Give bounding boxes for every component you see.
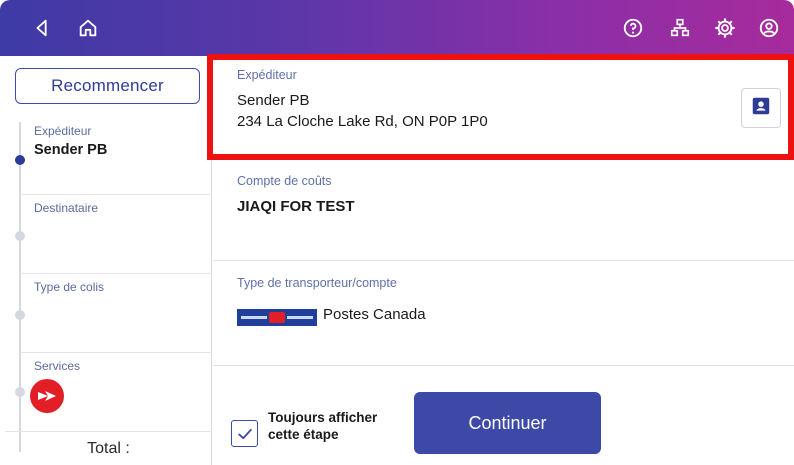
sender-name: Sender PB [237,92,310,109]
canada-post-logo [237,309,317,326]
step-label: Destinataire [34,201,99,215]
account-icon[interactable] [757,16,781,40]
sender-section[interactable]: Expéditeur Sender PB 234 La Cloche Lake … [207,54,794,160]
sender-address: 234 La Cloche Lake Rd, ON P0P 1P0 [237,113,488,130]
always-show-checkbox[interactable] [231,420,258,447]
cost-account-value: JIAQI FOR TEST [237,198,355,215]
home-icon[interactable] [76,16,100,40]
step-dot [15,310,25,320]
step-value: Sender PB [34,142,108,158]
checkmark-icon [237,428,252,439]
step-package-type[interactable]: Type de colis [15,274,212,353]
continue-button[interactable]: Continuer [414,392,601,454]
main-panel: Expéditeur Sender PB 234 La Cloche Lake … [207,54,794,465]
always-show-label: Toujours afficher cette étape [268,409,418,443]
carrier-section[interactable]: Type de transporteur/compte Postes Canad… [213,261,794,366]
step-services[interactable]: Services [15,353,212,431]
step-active-dot [15,155,25,165]
help-icon[interactable] [621,16,645,40]
sender-label: Expéditeur [237,68,297,82]
carrier-value: Postes Canada [323,306,426,323]
step-dot [15,231,25,241]
steps-sidebar: Recommencer Expéditeur Sender PB Destina… [0,56,212,465]
contact-book-button[interactable] [741,88,781,128]
restart-button[interactable]: Recommencer [15,68,200,104]
total-label: Total : [5,431,212,465]
step-label: Services [34,359,81,373]
canada-post-icon [30,379,64,413]
carrier-label: Type de transporteur/compte [237,276,397,290]
cost-account-section[interactable]: Compte de coûts JIAQI FOR TEST [213,160,794,261]
step-dot [15,387,25,397]
checkbox-label-line1: Toujours afficher [268,410,378,425]
checkbox-label-line2: cette étape [268,427,339,442]
top-bar [0,0,794,56]
settings-icon[interactable] [713,16,737,40]
step-recipient[interactable]: Destinataire [15,195,212,274]
step-label: Type de colis [34,280,105,294]
back-icon[interactable] [30,16,54,40]
footer: Toujours afficher cette étape Continuer [213,366,794,465]
network-icon[interactable] [668,16,692,40]
step-label: Expéditeur [34,124,92,138]
step-sender[interactable]: Expéditeur Sender PB [15,118,212,195]
contact-card-icon [750,95,772,121]
cost-account-label: Compte de coûts [237,174,332,188]
